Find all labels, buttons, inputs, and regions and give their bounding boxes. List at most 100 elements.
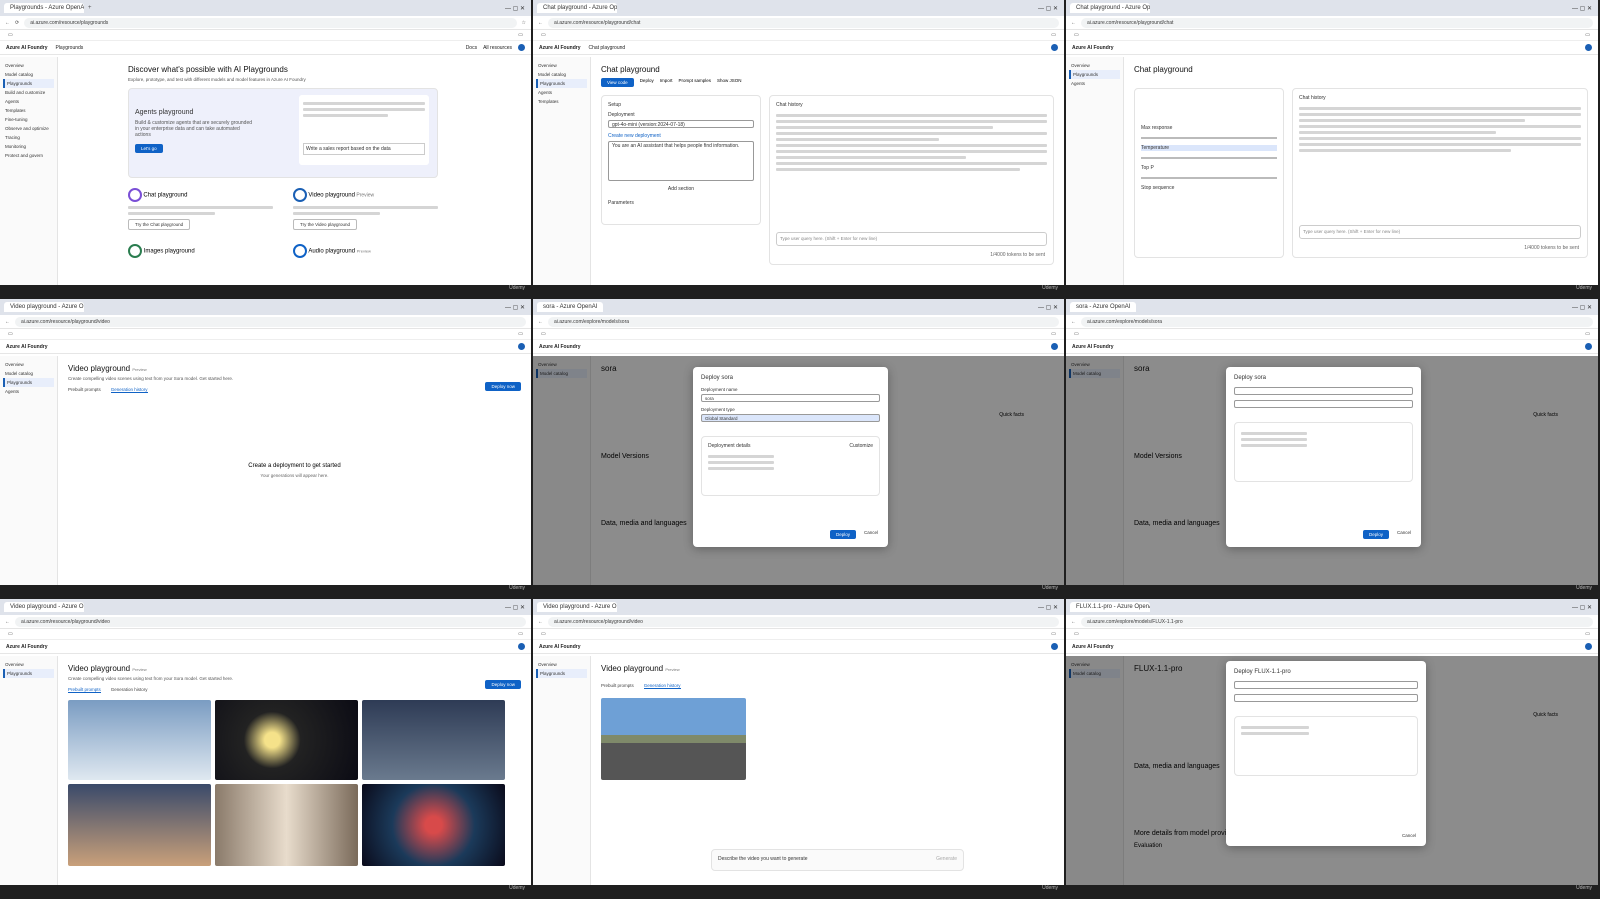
- view-code-button[interactable]: View code: [601, 78, 634, 87]
- sidebar-item[interactable]: Overview: [3, 61, 54, 70]
- deployment-name-input[interactable]: [1234, 387, 1413, 395]
- chat-input[interactable]: Type user query here. (Shift + Enter for…: [776, 232, 1047, 246]
- back-icon[interactable]: ←: [5, 20, 10, 26]
- avatar[interactable]: [518, 44, 525, 51]
- back-icon[interactable]: ←: [538, 619, 543, 625]
- url-field[interactable]: ai.azure.com/resource/playground/video: [15, 316, 526, 327]
- browser-tab[interactable]: sora - Azure OpenAI: [1070, 302, 1137, 312]
- sidebar-item[interactable]: Overview: [3, 360, 54, 369]
- new-tab-icon[interactable]: +: [88, 5, 92, 11]
- deploy-button[interactable]: Deploy: [1362, 530, 1389, 539]
- system-message[interactable]: You are an AI assistant that helps peopl…: [608, 141, 754, 181]
- sidebar-item[interactable]: Templates: [536, 97, 587, 106]
- brand-label[interactable]: Azure AI Foundry: [6, 644, 47, 650]
- url-field[interactable]: ai.azure.com/resource/playground/chat: [1081, 17, 1593, 28]
- docs-link[interactable]: Docs: [466, 45, 477, 51]
- back-icon[interactable]: ←: [5, 319, 10, 325]
- avatar[interactable]: [1585, 44, 1592, 51]
- create-deployment-link[interactable]: Create new deployment: [608, 133, 754, 139]
- sidebar-item[interactable]: Overview: [536, 660, 587, 669]
- url-field[interactable]: ai.azure.com/explore/models/sora: [548, 316, 1059, 327]
- tab-history[interactable]: Generation history: [110, 387, 148, 393]
- sidebar-item[interactable]: Agents: [536, 88, 587, 97]
- customize-button[interactable]: Customize: [849, 443, 873, 449]
- deployment-select[interactable]: gpt-4o-mini (version:2024-07-18): [608, 120, 754, 128]
- window-controls[interactable]: — ▢ ✕: [1038, 5, 1064, 12]
- brand-label[interactable]: Azure AI Foundry: [1072, 644, 1113, 650]
- cancel-button[interactable]: Cancel: [864, 530, 878, 539]
- tab-history[interactable]: Generation history: [111, 687, 148, 693]
- url-field[interactable]: ai.azure.com/resource/playground/chat: [548, 17, 1059, 28]
- avatar[interactable]: [518, 343, 525, 350]
- video-try-button[interactable]: Try the Video playground: [293, 219, 358, 230]
- parameters-toggle[interactable]: Parameters: [608, 200, 754, 206]
- breadcrumb[interactable]: Playgrounds: [55, 45, 83, 51]
- sidebar-item[interactable]: Tracing: [3, 133, 54, 142]
- deployment-name-input[interactable]: [1234, 681, 1418, 689]
- avatar[interactable]: [1051, 643, 1058, 650]
- window-controls[interactable]: — ▢ ✕: [505, 604, 531, 611]
- url-field[interactable]: ai.azure.com/resource/playground/video: [548, 616, 1059, 627]
- window-controls[interactable]: — ▢ ✕: [1572, 604, 1598, 611]
- generate-button[interactable]: Generate: [936, 856, 957, 862]
- sidebar-item[interactable]: Build and customize: [3, 88, 54, 97]
- avatar[interactable]: [1051, 44, 1058, 51]
- param-slider[interactable]: [1141, 177, 1277, 179]
- sidebar-item[interactable]: Overview: [3, 660, 54, 669]
- brand-label[interactable]: Azure AI Foundry: [6, 344, 47, 350]
- video-thumb-samurai[interactable]: [362, 700, 505, 780]
- samples-button[interactable]: Prompt samples: [678, 78, 711, 87]
- add-section-button[interactable]: Add section: [608, 186, 754, 192]
- sidebar-item-active[interactable]: Playgrounds: [3, 378, 54, 387]
- back-icon[interactable]: ←: [538, 20, 543, 26]
- sidebar-item[interactable]: Model catalog: [536, 70, 587, 79]
- browser-tab[interactable]: Playgrounds - Azure OpenAI: [4, 3, 84, 13]
- chat-input[interactable]: Type user query here. (Shift + Enter for…: [1299, 225, 1581, 239]
- tab-prebuilt[interactable]: Prebuilt prompts: [601, 683, 634, 689]
- param-slider[interactable]: [1141, 137, 1277, 139]
- deployment-type-select[interactable]: [1234, 400, 1413, 408]
- sidebar-item[interactable]: Agents: [3, 387, 54, 396]
- sidebar-item[interactable]: Protect and govern: [3, 151, 54, 160]
- window-controls[interactable]: — ▢ ✕: [1572, 5, 1598, 12]
- url-field[interactable]: ai.azure.com/explore/models/sora: [1081, 316, 1593, 327]
- window-controls[interactable]: — ▢ ✕: [505, 304, 531, 311]
- avatar[interactable]: [518, 643, 525, 650]
- avatar[interactable]: [1585, 643, 1592, 650]
- deploy-button[interactable]: Deploy: [640, 78, 654, 87]
- sidebar-item-active[interactable]: Playgrounds: [3, 669, 54, 678]
- generated-video-thumb[interactable]: [601, 698, 746, 780]
- browser-tab[interactable]: Video playground - Azure OpenAI: [537, 602, 617, 612]
- url-field[interactable]: ai.azure.com/resource/playground/video: [15, 616, 526, 627]
- deploy-now-button[interactable]: Deploy now: [485, 680, 521, 689]
- sidebar-item[interactable]: Model catalog: [3, 70, 54, 79]
- agents-card[interactable]: Agents playground Build & customize agen…: [128, 88, 438, 178]
- browser-tab[interactable]: sora - Azure OpenAI: [537, 302, 604, 312]
- video-thumb-fashion[interactable]: [215, 784, 358, 866]
- sidebar-item-active[interactable]: Playgrounds: [1069, 70, 1120, 79]
- video-thumb-planets[interactable]: [215, 700, 358, 780]
- deployment-name-input[interactable]: sora: [701, 394, 880, 402]
- url-field[interactable]: ai.azure.com/explore/models/FLUX-1.1-pro: [1081, 616, 1593, 627]
- back-icon[interactable]: ←: [1071, 20, 1076, 26]
- param-slider[interactable]: [1141, 157, 1277, 159]
- sidebar-item[interactable]: Agents: [1069, 79, 1120, 88]
- avatar[interactable]: [1585, 343, 1592, 350]
- deployment-type-select[interactable]: Global Standard: [701, 414, 880, 422]
- sidebar-item-active[interactable]: Playgrounds: [536, 79, 587, 88]
- sidebar-item[interactable]: Overview: [536, 61, 587, 70]
- back-icon[interactable]: ←: [538, 319, 543, 325]
- cancel-button[interactable]: Cancel: [1402, 833, 1416, 838]
- browser-tab[interactable]: FLUX.1.1-pro - Azure OpenAI: [1070, 602, 1150, 612]
- brand-label[interactable]: Azure AI Foundry: [1072, 344, 1113, 350]
- browser-tab[interactable]: Video playground - Azure OpenAI: [4, 302, 84, 312]
- cancel-button[interactable]: Cancel: [1397, 530, 1411, 539]
- back-icon[interactable]: ←: [5, 619, 10, 625]
- video-thumb-tunnel[interactable]: [362, 784, 505, 866]
- avatar[interactable]: [1051, 343, 1058, 350]
- video-thumb-mammoths[interactable]: [68, 700, 211, 780]
- star-icon[interactable]: ☆: [522, 20, 526, 26]
- sidebar-item[interactable]: Fine-tuning: [3, 115, 54, 124]
- json-button[interactable]: Show JSON: [717, 78, 742, 87]
- window-controls[interactable]: — ▢ ✕: [1038, 304, 1064, 311]
